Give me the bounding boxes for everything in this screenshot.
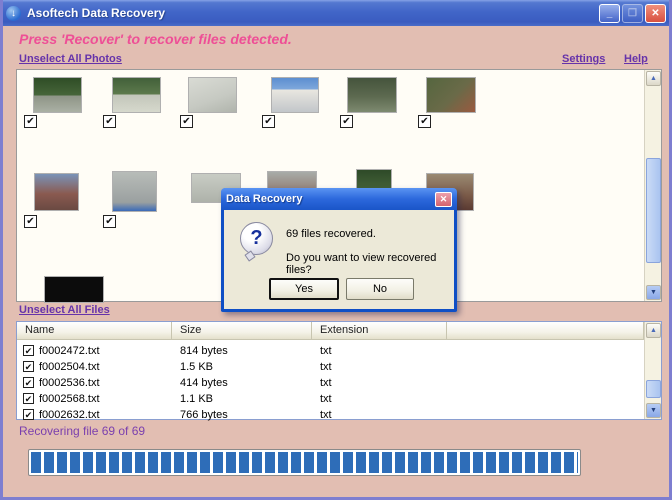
file-name: f0002568.txt: [39, 393, 100, 405]
file-name: f0002504.txt: [39, 361, 100, 373]
photo-checkbox[interactable]: ✔: [103, 215, 116, 228]
file-extension: txt: [320, 409, 332, 421]
settings-link[interactable]: Settings: [562, 53, 605, 65]
status-text: Recovering file 69 of 69: [19, 424, 146, 438]
table-row[interactable]: ✔ f0002632.txt 766 bytes txt: [17, 407, 637, 423]
photo-thumbnail[interactable]: [44, 276, 104, 303]
dialog-title: Data Recovery: [226, 193, 303, 205]
photo-checkbox[interactable]: ✔: [180, 115, 193, 128]
unselect-all-files-link[interactable]: Unselect All Files: [19, 304, 110, 316]
yes-button[interactable]: Yes: [269, 278, 339, 300]
file-size: 1.1 KB: [180, 393, 214, 405]
file-checkbox[interactable]: ✔: [23, 377, 34, 388]
photo-checkbox[interactable]: ✔: [340, 115, 353, 128]
file-extension: txt: [320, 377, 332, 389]
photo-thumbnail[interactable]: [112, 171, 157, 212]
file-checkbox[interactable]: ✔: [23, 345, 34, 356]
progress-bar-fill: [31, 452, 578, 473]
file-size: 414 bytes: [180, 377, 228, 389]
progress-bar: [28, 449, 581, 476]
scroll-up-icon[interactable]: ▲: [646, 323, 661, 338]
photo-scrollbar[interactable]: ▲ ▼: [644, 70, 661, 301]
file-name: f0002632.txt: [39, 409, 100, 421]
file-checkbox[interactable]: ✔: [23, 361, 34, 372]
photo-checkbox[interactable]: ✔: [418, 115, 431, 128]
dialog-title-bar: Data Recovery ✕: [221, 188, 457, 210]
photo-checkbox[interactable]: ✔: [103, 115, 116, 128]
file-extension: txt: [320, 361, 332, 373]
photo-thumbnail[interactable]: [34, 173, 79, 211]
file-list-header: Name Size Extension: [17, 322, 644, 340]
app-icon: ↓: [6, 5, 21, 21]
file-size: 814 bytes: [180, 345, 228, 357]
data-recovery-dialog: Data Recovery ✕ ? 69 files recovered. Do…: [221, 188, 457, 312]
file-checkbox[interactable]: ✔: [23, 393, 34, 404]
scrollbar-thumb[interactable]: [646, 380, 661, 398]
close-button[interactable]: ✕: [645, 3, 666, 23]
table-row[interactable]: ✔ f0002536.txt 414 bytes txt: [17, 375, 637, 391]
photo-checkbox[interactable]: ✔: [24, 115, 37, 128]
scroll-down-icon[interactable]: ▼: [646, 285, 661, 300]
photo-thumbnail[interactable]: [33, 77, 82, 113]
table-row[interactable]: ✔ f0002568.txt 1.1 KB txt: [17, 391, 637, 407]
file-extension: txt: [320, 393, 332, 405]
file-list-scrollbar[interactable]: ▲ ▼: [644, 322, 661, 419]
photo-checkbox[interactable]: ✔: [24, 215, 37, 228]
file-list-panel: Name Size Extension ✔ f0002472.txt 814 b…: [16, 321, 662, 423]
table-row[interactable]: ✔ f0002472.txt 814 bytes txt: [17, 343, 637, 359]
app-window: ↓ Asoftech Data Recovery _ ❐ ✕ Press 'Re…: [0, 0, 672, 500]
file-extension: txt: [320, 345, 332, 357]
scroll-up-icon[interactable]: ▲: [646, 71, 661, 86]
question-icon: ?: [240, 222, 273, 255]
minimize-button[interactable]: _: [599, 3, 620, 23]
dialog-close-icon[interactable]: ✕: [435, 191, 452, 207]
file-size: 1.5 KB: [180, 361, 214, 373]
recover-instruction-text: Press 'Recover' to recover files detecte…: [19, 31, 292, 47]
dialog-message-line1: 69 files recovered.: [286, 228, 376, 240]
file-name: f0002536.txt: [39, 377, 100, 389]
file-name: f0002472.txt: [39, 345, 100, 357]
file-size: 766 bytes: [180, 409, 228, 421]
unselect-all-photos-link[interactable]: Unselect All Photos: [19, 53, 122, 65]
column-header-blank: [447, 322, 644, 340]
table-row[interactable]: ✔ f0002504.txt 1.5 KB txt: [17, 359, 637, 375]
file-checkbox[interactable]: ✔: [23, 409, 34, 420]
photo-thumbnail[interactable]: [188, 77, 237, 113]
window-title: Asoftech Data Recovery: [27, 6, 166, 20]
photo-thumbnail[interactable]: [347, 77, 397, 113]
column-header-name[interactable]: Name: [17, 322, 172, 340]
maximize-button[interactable]: ❐: [622, 3, 643, 23]
help-link[interactable]: Help: [624, 53, 648, 65]
photo-checkbox[interactable]: ✔: [262, 115, 275, 128]
photo-thumbnail[interactable]: [426, 77, 476, 113]
column-header-size[interactable]: Size: [172, 322, 312, 340]
title-bar: ↓ Asoftech Data Recovery _ ❐ ✕: [3, 0, 669, 26]
scrollbar-thumb[interactable]: [646, 158, 661, 263]
dialog-message-line2: Do you want to view recovered files?: [286, 252, 437, 276]
photo-thumbnail[interactable]: [112, 77, 161, 113]
photo-thumbnail[interactable]: [271, 77, 319, 113]
no-button[interactable]: No: [346, 278, 414, 300]
column-header-extension[interactable]: Extension: [312, 322, 447, 340]
scroll-down-icon[interactable]: ▼: [646, 403, 661, 418]
